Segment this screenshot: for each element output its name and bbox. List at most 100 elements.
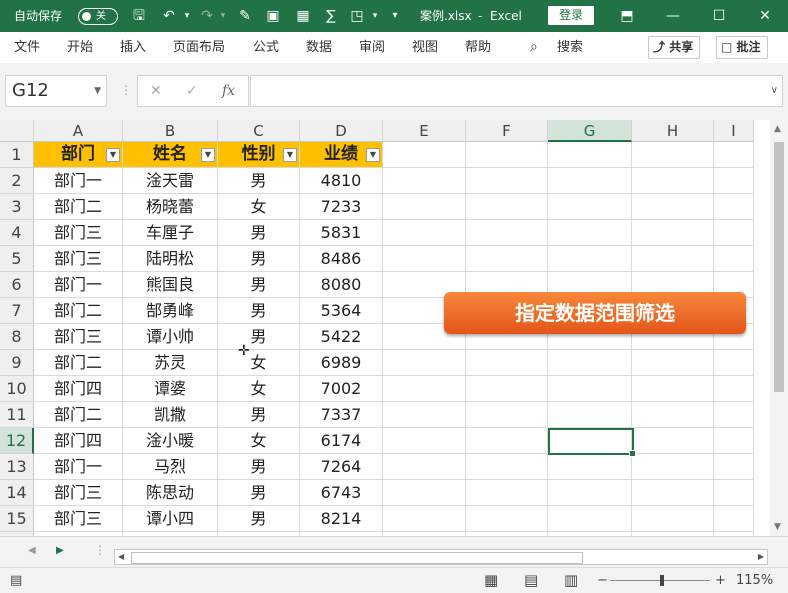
row-header-15[interactable]: 15 (0, 506, 34, 532)
empty-cell[interactable] (714, 350, 754, 376)
data-cell[interactable]: 苏灵 (123, 350, 218, 376)
empty-cell[interactable] (548, 350, 632, 376)
table-icon[interactable]: ▦ (292, 0, 314, 32)
empty-cell[interactable] (548, 168, 632, 194)
data-cell[interactable]: 7264 (300, 454, 383, 480)
empty-cell[interactable] (632, 506, 714, 532)
share-button[interactable]: ⤴ 共享 (648, 36, 701, 59)
filter-dropdown-icon[interactable]: ▼ (106, 148, 120, 162)
data-cell[interactable]: 部门一 (34, 168, 123, 194)
horizontal-scroll-thumb[interactable] (131, 552, 583, 564)
ribbon-display-icon[interactable]: ⬒ (604, 0, 650, 32)
empty-cell[interactable] (466, 220, 548, 246)
data-cell[interactable]: 4810 (300, 168, 383, 194)
empty-cell[interactable] (383, 194, 466, 220)
autosave-toggle[interactable]: 关 (78, 8, 118, 25)
column-header-a[interactable]: A (34, 120, 123, 142)
data-cell[interactable]: 男 (218, 272, 300, 298)
scroll-left-icon[interactable]: ◀ (118, 550, 124, 564)
data-cell[interactable]: 7002 (300, 376, 383, 402)
data-cell[interactable]: 淦天雷 (123, 168, 218, 194)
filter-dropdown-icon[interactable]: ▼ (366, 148, 380, 162)
data-cell[interactable]: 6743 (300, 480, 383, 506)
empty-cell[interactable] (714, 142, 754, 168)
expand-formula-icon[interactable]: ∨ (771, 76, 778, 106)
save-icon[interactable]: 🖫 (128, 0, 150, 32)
active-cell-g12[interactable] (548, 428, 636, 457)
data-cell[interactable]: 陆明松 (123, 246, 218, 272)
empty-cell[interactable] (548, 220, 632, 246)
prev-sheet-icon[interactable]: ◀ (28, 545, 36, 556)
empty-cell[interactable] (632, 220, 714, 246)
minimize-icon[interactable]: — (650, 0, 696, 32)
empty-cell[interactable] (383, 428, 466, 454)
empty-cell[interactable] (383, 220, 466, 246)
empty-cell[interactable] (466, 402, 548, 428)
data-cell[interactable]: 男 (218, 298, 300, 324)
row-header-4[interactable]: 4 (0, 220, 34, 246)
empty-cell[interactable] (383, 402, 466, 428)
empty-cell[interactable] (466, 506, 548, 532)
data-cell[interactable]: 5831 (300, 220, 383, 246)
undo-dropdown-icon[interactable]: ▾ (176, 0, 198, 32)
empty-cell[interactable] (714, 480, 754, 506)
row-header-13[interactable]: 13 (0, 454, 34, 480)
tab-help[interactable]: 帮助 (465, 32, 491, 63)
data-cell[interactable]: 男 (218, 506, 300, 532)
empty-cell[interactable] (466, 246, 548, 272)
data-cell[interactable]: 部门三 (34, 324, 123, 350)
empty-cell[interactable] (383, 506, 466, 532)
customize-toolbar-icon[interactable]: ▾ (384, 0, 406, 32)
empty-cell[interactable] (714, 194, 754, 220)
filter-dropdown-icon[interactable]: ▼ (201, 148, 215, 162)
tab-data[interactable]: 数据 (306, 32, 332, 63)
column-header-b[interactable]: B (123, 120, 218, 142)
chevron-down-icon[interactable]: ▼ (94, 76, 101, 106)
normal-view-icon[interactable]: ▦ (484, 568, 498, 593)
scroll-down-icon[interactable]: ▼ (774, 522, 781, 532)
empty-cell[interactable] (466, 454, 548, 480)
drag-handle-icon[interactable]: ⋮ (120, 83, 132, 97)
data-cell[interactable]: 郜勇峰 (123, 298, 218, 324)
empty-cell[interactable] (548, 246, 632, 272)
empty-cell[interactable] (714, 246, 754, 272)
data-cell[interactable]: 部门三 (34, 246, 123, 272)
insert-function-icon[interactable]: fx (222, 76, 235, 106)
scroll-up-icon[interactable]: ▲ (774, 124, 781, 134)
enter-icon[interactable]: ✓ (186, 76, 198, 106)
row-header-6[interactable]: 6 (0, 272, 34, 298)
data-cell[interactable]: 男 (218, 220, 300, 246)
empty-cell[interactable] (548, 194, 632, 220)
zoom-out-button[interactable]: − (597, 568, 608, 593)
row-header-3[interactable]: 3 (0, 194, 34, 220)
data-cell[interactable]: 凯撒 (123, 402, 218, 428)
data-cell[interactable]: 部门二 (34, 298, 123, 324)
empty-cell[interactable] (548, 454, 632, 480)
data-cell[interactable]: 女 (218, 428, 300, 454)
row-header-8[interactable]: 8 (0, 324, 34, 350)
data-cell[interactable]: 8214 (300, 506, 383, 532)
data-cell[interactable]: 部门二 (34, 194, 123, 220)
data-cell[interactable]: 谭婆 (123, 376, 218, 402)
data-cell[interactable]: 6174 (300, 428, 383, 454)
format-painter-icon[interactable]: ✎ (234, 0, 256, 32)
empty-cell[interactable] (632, 454, 714, 480)
search-label[interactable]: 搜索 (557, 32, 583, 63)
empty-cell[interactable] (714, 428, 754, 454)
empty-cell[interactable] (548, 506, 632, 532)
empty-cell[interactable] (632, 142, 714, 168)
page-layout-view-icon[interactable]: ▤ (524, 568, 538, 593)
maximize-icon[interactable]: ☐ (696, 0, 742, 32)
data-cell[interactable]: 男 (218, 168, 300, 194)
redo-dropdown-icon[interactable]: ▾ (212, 0, 234, 32)
data-cell[interactable]: 陈思动 (123, 480, 218, 506)
data-cell[interactable]: 男 (218, 324, 300, 350)
tab-formulas[interactable]: 公式 (253, 32, 279, 63)
data-cell[interactable]: 车厘子 (123, 220, 218, 246)
empty-cell[interactable] (383, 480, 466, 506)
data-cell[interactable]: 杨晓蕾 (123, 194, 218, 220)
row-header-1[interactable]: 1 (0, 142, 34, 168)
tab-insert[interactable]: 插入 (120, 32, 146, 63)
zoom-level[interactable]: 115% (736, 568, 773, 593)
empty-cell[interactable] (548, 142, 632, 168)
